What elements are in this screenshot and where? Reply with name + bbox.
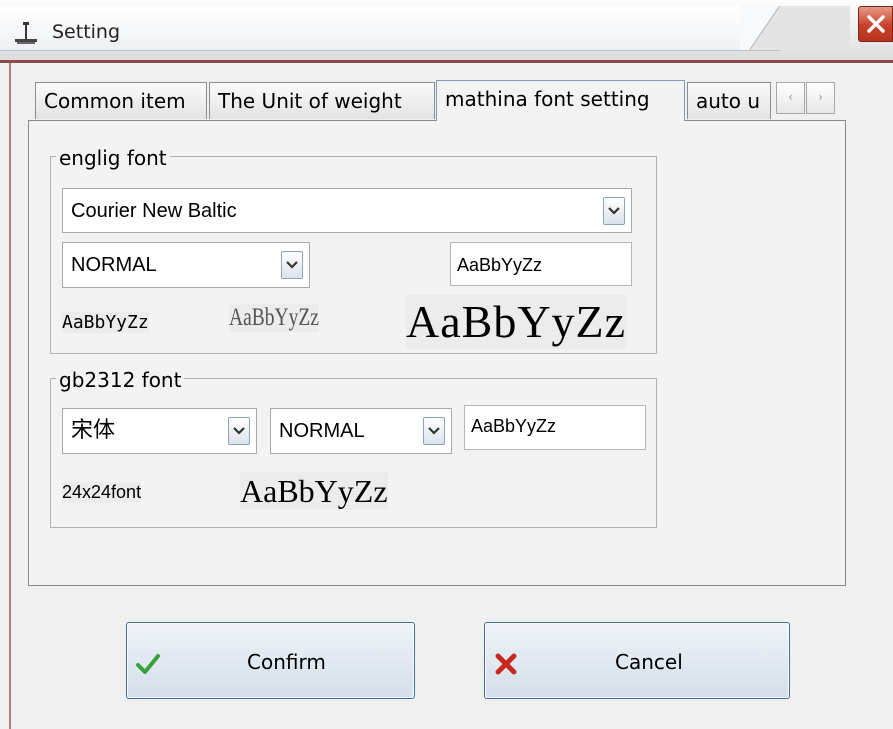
gb2312-font-select[interactable]: 宋体: [62, 408, 257, 454]
tab-auto[interactable]: auto u: [687, 82, 771, 119]
window-title: Setting: [52, 21, 121, 43]
cancel-button[interactable]: Cancel: [484, 622, 790, 699]
english-font-value: Courier New Baltic: [71, 200, 237, 222]
checkmark-icon: [136, 654, 160, 674]
gb2312-preview-box[interactable]: AaBbYyZz: [464, 405, 646, 450]
window-frame-left: [9, 63, 11, 729]
chevron-down-icon[interactable]: [281, 251, 303, 279]
x-mark-icon: [495, 653, 517, 675]
gb2312-font-value: 宋体: [71, 418, 116, 443]
tab-label: Common item: [44, 89, 186, 113]
tab-mathina-font-setting[interactable]: mathina font setting: [436, 80, 685, 121]
gb2312-style-value: NORMAL: [279, 420, 365, 442]
title-bar: Setting: [0, 0, 893, 60]
gb2312-style-select[interactable]: NORMAL: [270, 408, 452, 454]
chevron-down-icon[interactable]: [423, 417, 445, 445]
english-preview-box[interactable]: AaBbYyZz: [450, 242, 632, 286]
english-sample-large: AaBbYyZz: [406, 295, 627, 349]
close-icon: [866, 15, 885, 33]
gb2312-sample: AaBbYyZz: [240, 472, 388, 510]
gb2312-font-group-title: gb2312 font: [56, 368, 185, 392]
confirm-label: Confirm: [247, 650, 326, 674]
gb2312-size-label: 24x24font: [62, 482, 142, 503]
english-sample-small: AaBbYyZz: [62, 312, 149, 333]
cancel-label: Cancel: [615, 650, 683, 674]
english-font-group-title: englig font: [56, 146, 170, 170]
tab-unit-of-weight[interactable]: The Unit of weight: [209, 82, 435, 119]
tab-label: mathina font setting: [445, 87, 650, 111]
chevron-right-icon: ›: [818, 90, 823, 104]
english-preview-text: AaBbYyZz: [457, 255, 543, 275]
caption-edge: [740, 6, 850, 50]
chevron-left-icon: ‹: [788, 90, 793, 104]
gb2312-preview-text: AaBbYyZz: [471, 416, 557, 436]
chevron-down-icon[interactable]: [603, 196, 625, 225]
tab-label: The Unit of weight: [218, 89, 402, 113]
window-frame-top: [0, 60, 893, 63]
tab-common-item[interactable]: Common item: [35, 82, 207, 119]
confirm-button[interactable]: Confirm: [126, 622, 415, 699]
english-style-select[interactable]: NORMAL: [62, 242, 310, 288]
scale-icon: [15, 22, 37, 44]
tab-scroll-right-button[interactable]: ›: [806, 82, 835, 114]
english-sample-medium: AaBbYyZz: [229, 304, 319, 332]
chevron-down-icon[interactable]: [228, 417, 250, 445]
close-button[interactable]: [858, 6, 893, 42]
english-font-select[interactable]: Courier New Baltic: [62, 188, 632, 233]
tab-label: auto u: [696, 89, 761, 113]
tab-scroll-left-button[interactable]: ‹: [776, 82, 805, 114]
english-style-value: NORMAL: [71, 254, 157, 276]
